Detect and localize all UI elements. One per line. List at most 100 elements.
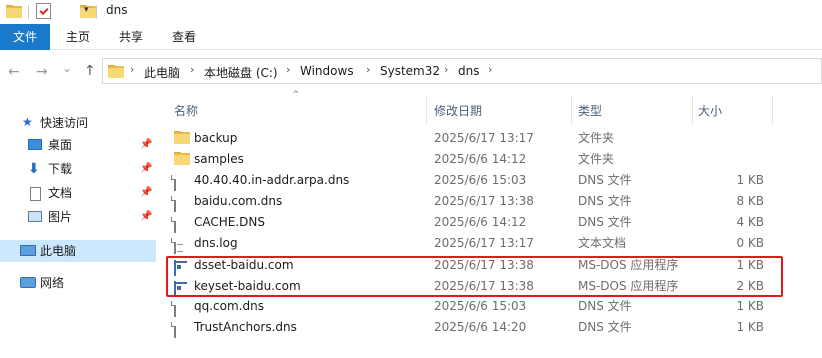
window-title: dns <box>106 3 128 17</box>
pin-icon[interactable]: 📌 <box>140 139 152 150</box>
file-icon <box>174 322 176 338</box>
file-type: DNS 文件 <box>578 215 632 229</box>
tab-home[interactable]: 主页 <box>58 24 98 50</box>
file-name: CACHE.DNS <box>194 215 266 229</box>
tab-file[interactable]: 文件 <box>0 24 50 50</box>
file-modified: 2025/6/17 13:17 <box>434 236 534 250</box>
sidebar-item-quick-access[interactable]: 快速访问 <box>40 112 88 134</box>
back-arrow-icon[interactable]: ← <box>8 64 20 80</box>
properties-icon[interactable] <box>36 3 51 19</box>
recent-locations-icon[interactable]: ⌄ <box>62 61 72 75</box>
sort-ascending-icon: ^ <box>292 90 300 100</box>
column-divider[interactable] <box>772 96 773 124</box>
column-header-size[interactable]: 大小 <box>698 102 722 119</box>
column-divider[interactable] <box>692 96 693 124</box>
title-bar: ▾ dns <box>0 0 822 24</box>
table-row[interactable]: CACHE.DNS 2025/6/6 14:12 DNS 文件 4 KB <box>168 212 772 233</box>
file-icon <box>174 217 176 233</box>
file-size: 1 KB <box>736 173 764 187</box>
sidebar-item-documents[interactable]: 文档 <box>48 182 72 204</box>
sidebar-item-downloads[interactable]: 下载 <box>48 158 72 180</box>
file-name: backup <box>194 131 238 145</box>
breadcrumb-separator-icon: › <box>190 63 195 76</box>
ribbon-tabs: 文件 主页 共享 查看 <box>0 24 822 50</box>
forward-arrow-icon[interactable]: → <box>36 64 48 80</box>
tab-share[interactable]: 共享 <box>111 24 151 50</box>
quick-access-dropdown-icon[interactable]: ▾ <box>84 5 89 15</box>
documents-icon <box>30 187 41 201</box>
sidebar-item-pictures[interactable]: 图片 <box>48 206 72 228</box>
file-icon <box>174 301 176 317</box>
table-row[interactable]: 40.40.40.in-addr.arpa.dns 2025/6/6 15:03… <box>168 170 772 191</box>
file-size: 1 KB <box>736 299 764 313</box>
annotation-highlight-box <box>166 256 783 297</box>
file-modified: 2025/6/6 15:03 <box>434 299 527 313</box>
pin-icon[interactable]: 📌 <box>140 163 152 174</box>
file-type: 文本文档 <box>578 236 627 250</box>
file-modified: 2025/6/17 13:38 <box>434 194 534 208</box>
breadcrumb-separator-icon: › <box>488 63 493 76</box>
breadcrumb-separator-icon: › <box>444 63 449 76</box>
breadcrumb-local-disk[interactable]: 本地磁盘 (C:) <box>204 64 278 81</box>
pin-icon[interactable]: 📌 <box>140 187 152 198</box>
file-name: samples <box>194 152 244 166</box>
file-type: DNS 文件 <box>578 299 632 313</box>
column-header-type[interactable]: 类型 <box>578 102 602 119</box>
file-size: 1 KB <box>736 320 764 334</box>
file-type: 文件夹 <box>578 152 615 166</box>
file-icon <box>174 196 176 212</box>
sidebar-item-desktop[interactable]: 桌面 <box>48 134 72 156</box>
file-icon <box>174 175 176 191</box>
up-arrow-icon[interactable]: ↑ <box>84 63 96 79</box>
sidebar-item-network[interactable]: 网络 <box>40 272 64 294</box>
network-icon <box>20 277 36 288</box>
table-row[interactable]: qq.com.dns 2025/6/6 15:03 DNS 文件 1 KB <box>168 296 772 317</box>
column-divider[interactable] <box>426 96 427 124</box>
table-row[interactable]: samples 2025/6/6 14:12 文件夹 <box>168 149 772 170</box>
folder-icon <box>174 152 190 165</box>
breadcrumb-windows[interactable]: Windows <box>300 64 354 78</box>
file-modified: 2025/6/17 13:17 <box>434 131 534 145</box>
file-name: qq.com.dns <box>194 299 264 313</box>
table-row[interactable]: backup 2025/6/17 13:17 文件夹 <box>168 128 772 149</box>
column-divider[interactable] <box>571 96 572 124</box>
folder-icon <box>108 65 124 78</box>
file-modified: 2025/6/6 14:12 <box>434 152 527 166</box>
breadcrumb-this-pc[interactable]: 此电脑 <box>144 64 180 81</box>
file-modified: 2025/6/6 15:03 <box>434 173 527 187</box>
file-type: DNS 文件 <box>578 173 632 187</box>
computer-icon <box>20 245 36 256</box>
file-size: 4 KB <box>736 215 764 229</box>
tab-view[interactable]: 查看 <box>164 24 204 50</box>
text-file-icon <box>174 238 176 254</box>
column-header-modified[interactable]: 修改日期 <box>434 102 482 119</box>
table-row[interactable]: TrustAnchors.dns 2025/6/6 14:20 DNS 文件 1… <box>168 317 772 338</box>
table-row[interactable]: baidu.com.dns 2025/6/17 13:38 DNS 文件 8 K… <box>168 191 772 212</box>
file-modified: 2025/6/6 14:20 <box>434 320 527 334</box>
file-name: dns.log <box>194 236 238 250</box>
pin-icon[interactable]: 📌 <box>140 211 152 222</box>
breadcrumb-system32[interactable]: System32 <box>380 64 440 78</box>
divider <box>96 5 97 19</box>
navigation-pane <box>0 96 156 358</box>
desktop-icon <box>28 139 42 150</box>
sidebar-item-this-pc[interactable]: 此电脑 <box>40 240 76 262</box>
file-type: 文件夹 <box>578 131 615 145</box>
pictures-icon <box>28 211 42 222</box>
folder-icon <box>174 131 190 144</box>
download-icon: ⬇ <box>28 161 40 177</box>
breadcrumb-separator-icon: › <box>286 63 291 76</box>
file-size: 0 KB <box>736 236 764 250</box>
file-name: baidu.com.dns <box>194 194 283 208</box>
file-modified: 2025/6/6 14:12 <box>434 215 527 229</box>
divider <box>28 5 29 19</box>
file-size: 8 KB <box>736 194 764 208</box>
star-icon: ★ <box>22 115 33 129</box>
file-type: DNS 文件 <box>578 194 632 208</box>
folder-icon <box>6 5 22 18</box>
file-name: TrustAnchors.dns <box>194 320 297 334</box>
column-header-name[interactable]: 名称 <box>174 102 198 119</box>
table-row[interactable]: dns.log 2025/6/17 13:17 文本文档 0 KB <box>168 233 772 254</box>
breadcrumb-dns[interactable]: dns <box>458 64 479 78</box>
file-type: DNS 文件 <box>578 320 632 334</box>
